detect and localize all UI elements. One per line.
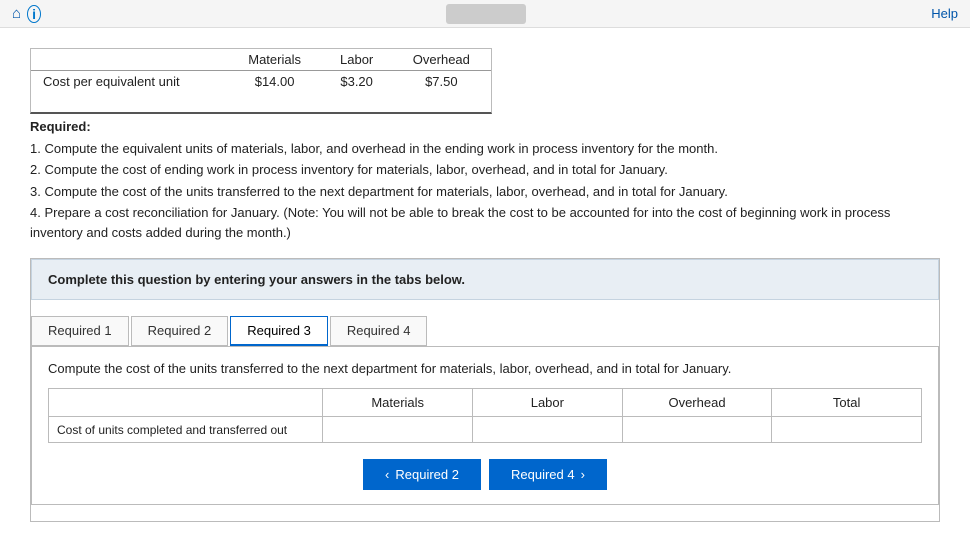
top-bar-center xyxy=(41,4,931,24)
next-button-label: Required 4 xyxy=(511,467,575,482)
tab-content-description: Compute the cost of the units transferre… xyxy=(48,361,922,376)
cost-table-overhead-value: $7.50 xyxy=(392,71,491,93)
prev-button-label: Required 2 xyxy=(395,467,459,482)
tab-required-1[interactable]: Required 1 xyxy=(31,316,129,346)
required-title: Required: xyxy=(30,117,940,137)
materials-input[interactable] xyxy=(331,422,464,437)
prev-arrow-icon: ‹ xyxy=(385,467,389,482)
prev-button[interactable]: ‹ Required 2 xyxy=(363,459,481,490)
info-box-text: Complete this question by entering your … xyxy=(48,272,465,287)
cost-table-header-labor: Labor xyxy=(322,49,392,71)
tab-required-2[interactable]: Required 2 xyxy=(131,316,229,346)
data-table-empty-header xyxy=(49,389,323,417)
cost-table-empty-header xyxy=(31,49,228,71)
info-icon[interactable]: i xyxy=(27,5,41,23)
tab-required-2-label: Required 2 xyxy=(148,323,212,338)
labor-input[interactable] xyxy=(481,422,614,437)
overhead-input[interactable] xyxy=(631,422,764,437)
cost-table-row-label: Cost per equivalent unit xyxy=(31,71,228,93)
cost-table: Materials Labor Overhead Cost per equiva… xyxy=(31,49,491,92)
tab-required-1-label: Required 1 xyxy=(48,323,112,338)
data-table-header-labor: Labor xyxy=(473,389,623,417)
data-table: Materials Labor Overhead Total Cost of u… xyxy=(48,388,922,443)
cost-table-header-materials: Materials xyxy=(228,49,322,71)
overhead-input-cell[interactable] xyxy=(622,417,772,443)
required-item-1: 1. Compute the equivalent units of mater… xyxy=(30,139,940,159)
data-table-header-overhead: Overhead xyxy=(622,389,772,417)
cost-table-wrapper: Materials Labor Overhead Cost per equiva… xyxy=(30,48,492,114)
table-row: Cost of units completed and transferred … xyxy=(49,417,922,443)
data-table-header-total: Total xyxy=(772,389,922,417)
tab-content-area: Compute the cost of the units transferre… xyxy=(31,346,939,505)
nav-buttons: ‹ Required 2 Required 4 › xyxy=(48,459,922,490)
total-input-cell[interactable] xyxy=(772,417,922,443)
help-link[interactable]: Help xyxy=(931,6,958,21)
materials-input-cell[interactable] xyxy=(323,417,473,443)
total-input[interactable] xyxy=(780,422,913,437)
next-arrow-icon: › xyxy=(581,467,585,482)
tab-required-4-label: Required 4 xyxy=(347,323,411,338)
cost-table-data-row: Cost per equivalent unit $14.00 $3.20 $7… xyxy=(31,71,491,93)
labor-input-cell[interactable] xyxy=(473,417,623,443)
cost-table-header-row: Materials Labor Overhead xyxy=(31,49,491,71)
tabs-container: Required 1 Required 2 Required 3 Require… xyxy=(31,316,939,346)
cost-table-materials-value: $14.00 xyxy=(228,71,322,93)
next-button[interactable]: Required 4 › xyxy=(489,459,607,490)
required-item-4: 4. Prepare a cost reconciliation for Jan… xyxy=(30,203,940,242)
required-item-2: 2. Compute the cost of ending work in pr… xyxy=(30,160,940,180)
tab-required-3-label: Required 3 xyxy=(247,323,311,338)
row-label: Cost of units completed and transferred … xyxy=(49,417,323,443)
cost-table-labor-value: $3.20 xyxy=(322,71,392,93)
required-item-3: 3. Compute the cost of the units transfe… xyxy=(30,182,940,202)
top-bar-left: ⌂ i xyxy=(12,5,41,23)
nav-control xyxy=(446,4,526,24)
cost-table-header-overhead: Overhead xyxy=(392,49,491,71)
required-section: Required: 1. Compute the equivalent unit… xyxy=(30,117,940,242)
data-table-header-row: Materials Labor Overhead Total xyxy=(49,389,922,417)
tab-required-4[interactable]: Required 4 xyxy=(330,316,428,346)
info-box: Complete this question by entering your … xyxy=(31,259,939,300)
data-table-header-materials: Materials xyxy=(323,389,473,417)
home-icon[interactable]: ⌂ xyxy=(12,5,21,22)
tab-required-3[interactable]: Required 3 xyxy=(230,316,328,346)
